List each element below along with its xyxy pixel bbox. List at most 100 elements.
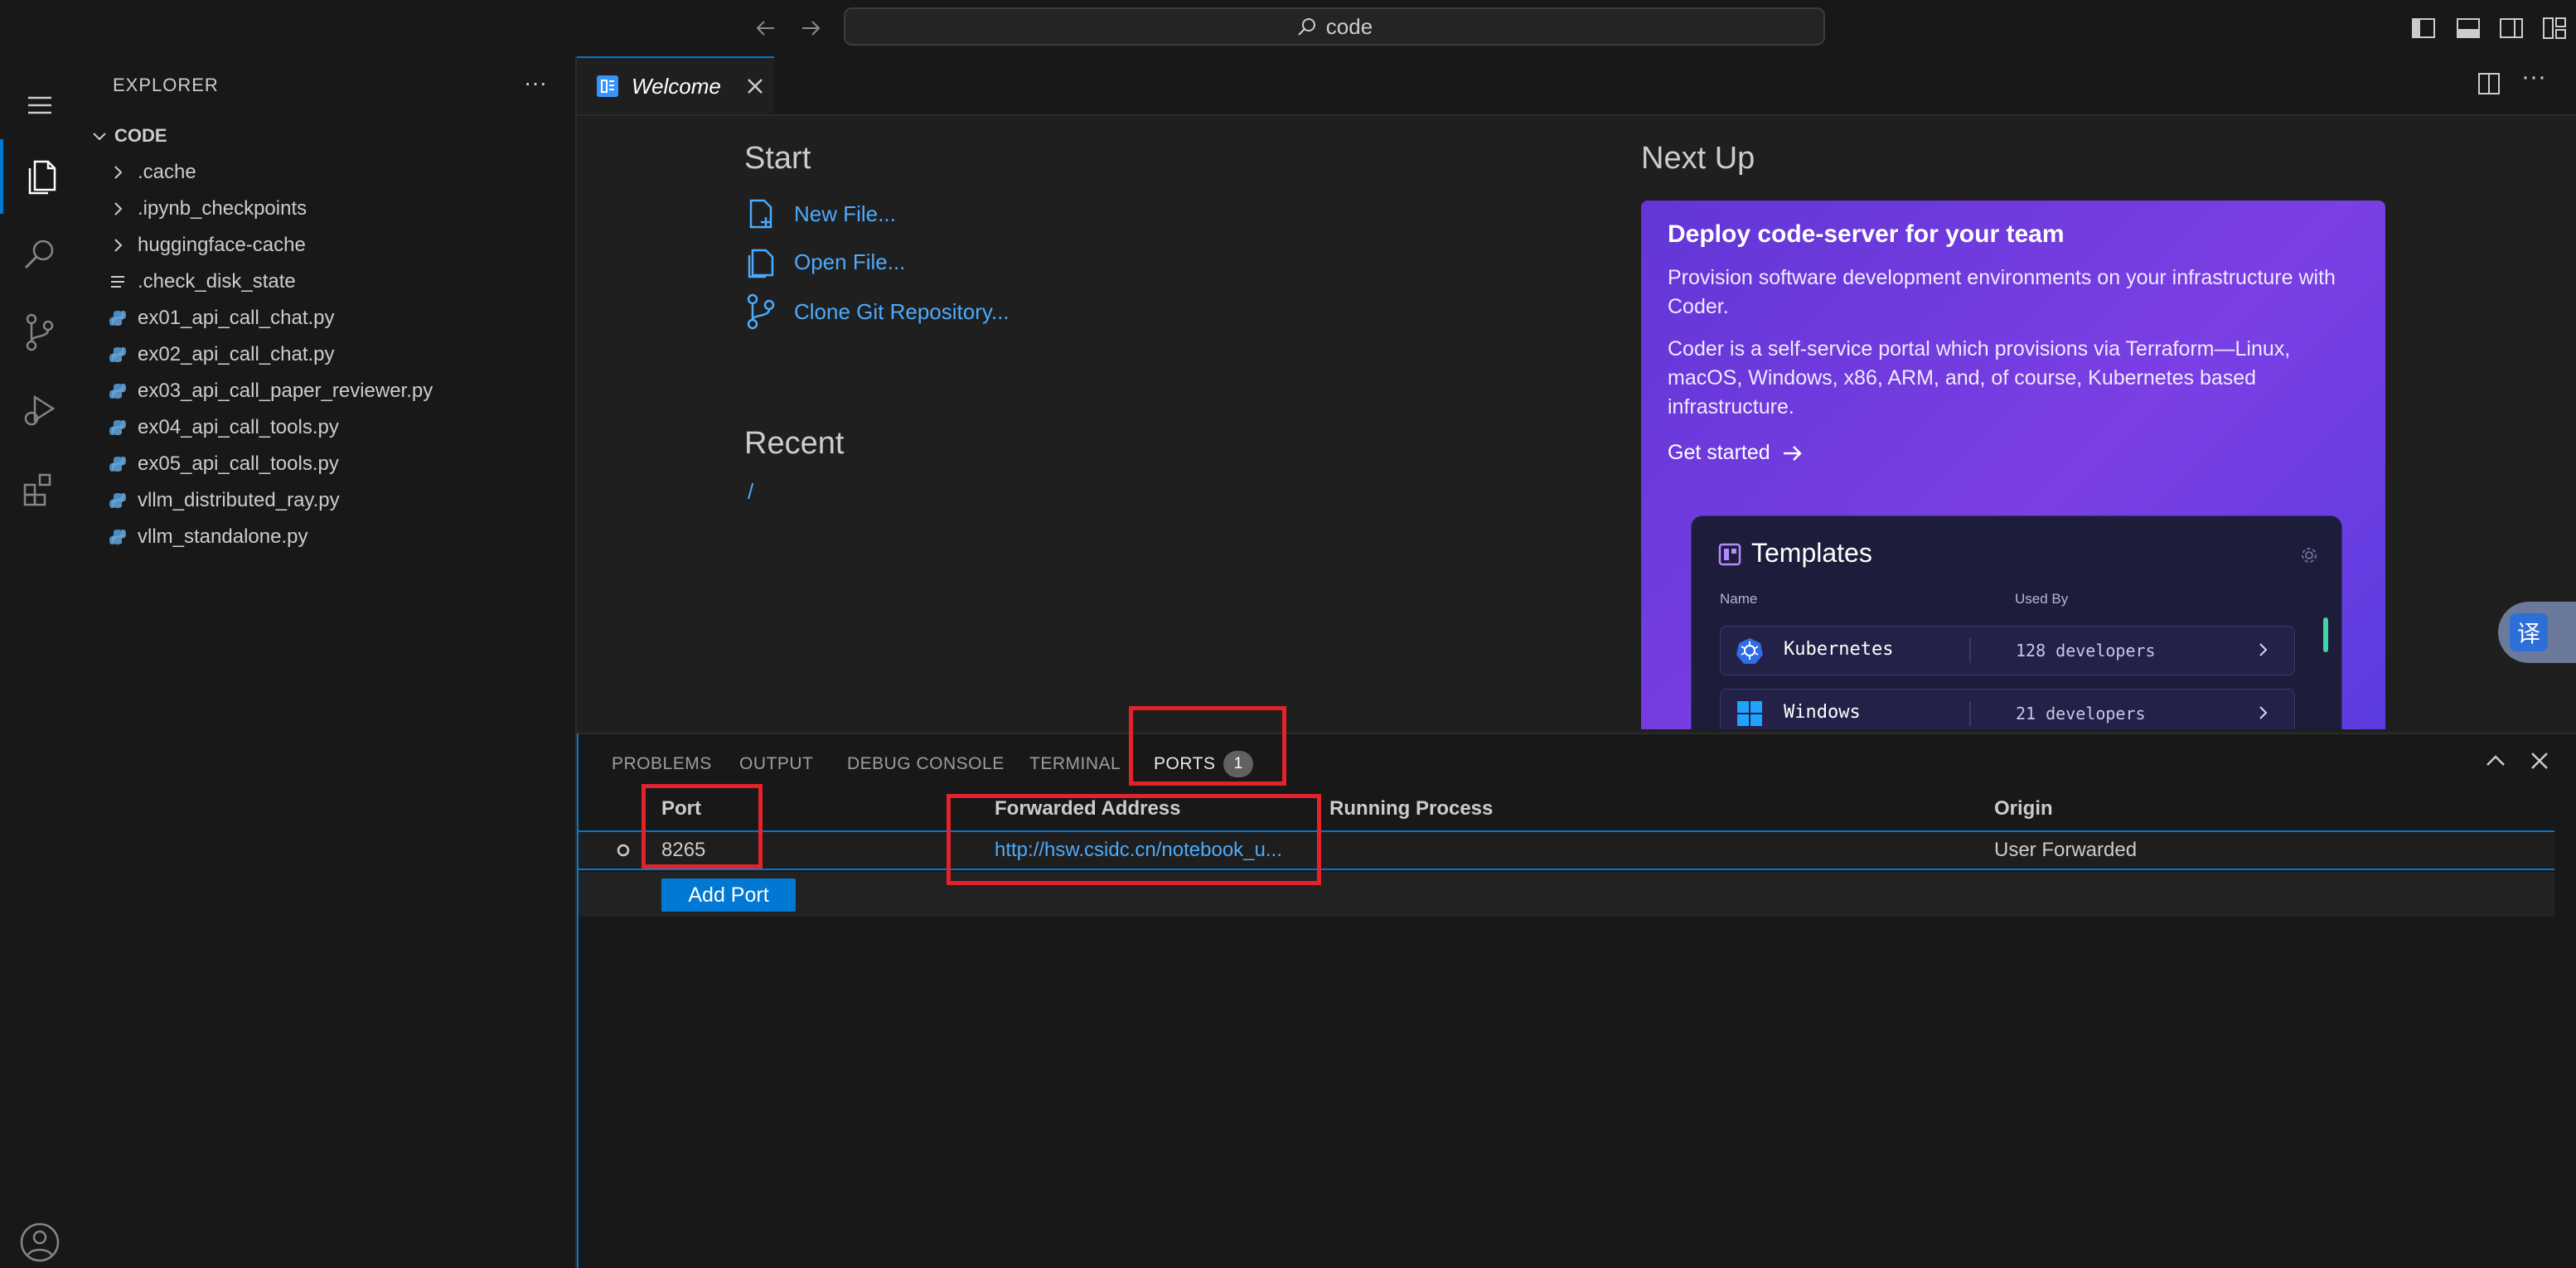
python-file-icon: [106, 343, 129, 366]
toggle-secondary-sidebar-icon[interactable]: [2495, 12, 2528, 45]
command-center-search[interactable]: code: [844, 7, 1825, 46]
tree-item-label: vllm_standalone.py: [138, 525, 308, 548]
clone-git-label: Clone Git Repository...: [794, 298, 1010, 324]
tree-item-label: vllm_distributed_ray.py: [138, 489, 340, 511]
tree-item-label: ex05_api_call_tools.py: [138, 453, 339, 475]
col-origin[interactable]: Origin: [1994, 797, 2053, 820]
new-file-link[interactable]: New File...: [744, 197, 896, 230]
chevron-right-icon: [2258, 641, 2269, 658]
search-icon: [1296, 16, 1318, 37]
templates-col-name: Name: [1720, 591, 1758, 607]
col-running-process[interactable]: Running Process: [1329, 797, 1493, 820]
explorer-sidebar: EXPLORER ··· CODE .cache .ipynb_checkpoi…: [80, 56, 577, 1268]
add-port-button[interactable]: Add Port: [661, 878, 796, 912]
open-file-icon: [744, 245, 777, 278]
folder-header-code[interactable]: CODE: [80, 118, 575, 154]
arrow-right-icon: [1782, 444, 1804, 462]
text-file-icon: [106, 270, 129, 293]
customize-layout-icon[interactable]: [2538, 12, 2571, 45]
tree-item-label: ex04_api_call_tools.py: [138, 416, 339, 438]
tree-item-ipynb-checkpoints[interactable]: .ipynb_checkpoints: [80, 191, 575, 227]
tree-item-ex02[interactable]: ex02_api_call_chat.py: [80, 336, 575, 373]
chevron-right-icon: [106, 197, 129, 220]
translate-icon: 译: [2510, 613, 2548, 651]
python-file-icon: [106, 489, 129, 512]
deploy-code-server-card[interactable]: Deploy code-server for your team Provisi…: [1641, 201, 2385, 729]
tab-welcome[interactable]: Welcome: [577, 56, 774, 114]
kubernetes-icon: [1736, 636, 1764, 665]
forwarded-address-link[interactable]: http://hsw.csidc.cn/notebook_u...: [995, 839, 1282, 862]
search-icon[interactable]: [0, 217, 80, 292]
tree-item-ex01[interactable]: ex01_api_call_chat.py: [80, 300, 575, 336]
tree-item-check-disk-state[interactable]: .check_disk_state: [80, 264, 575, 300]
open-file-link[interactable]: Open File...: [744, 245, 905, 278]
template-used-by: 128 developers: [2016, 641, 2156, 661]
accounts-icon[interactable]: [0, 1217, 80, 1268]
welcome-tab-icon: [595, 74, 620, 99]
back-arrow-icon[interactable]: [749, 12, 782, 45]
command-center-text: code: [1325, 13, 1373, 39]
forward-arrow-icon[interactable]: [794, 12, 827, 45]
add-port-row: Add Port: [579, 872, 2554, 917]
tree-item-ex03[interactable]: ex03_api_call_paper_reviewer.py: [80, 373, 575, 409]
clone-git-link[interactable]: Clone Git Repository...: [744, 293, 1010, 330]
template-row-windows: Windows 21 developers: [1720, 689, 2295, 729]
editor-more-actions-icon[interactable]: ···: [2521, 63, 2546, 91]
tree-item-ex04[interactable]: ex04_api_call_tools.py: [80, 409, 575, 446]
next-up-heading: Next Up: [1641, 141, 1755, 176]
tree-item-label: .cache: [138, 161, 196, 183]
close-icon[interactable]: [746, 77, 764, 95]
tree-item-cache[interactable]: .cache: [80, 154, 575, 191]
close-panel-icon[interactable]: [2530, 751, 2549, 771]
source-control-icon[interactable]: [0, 295, 80, 370]
card-description: Provision software development environme…: [1668, 266, 2336, 318]
python-file-icon: [106, 416, 129, 439]
tree-item-label: ex03_api_call_paper_reviewer.py: [138, 380, 433, 402]
recent-item[interactable]: /: [748, 479, 753, 505]
more-actions-icon[interactable]: ···: [524, 70, 547, 96]
tree-item-vllm-standalone[interactable]: vllm_standalone.py: [80, 519, 575, 555]
run-debug-icon[interactable]: [0, 373, 80, 448]
tab-problems[interactable]: PROBLEMS: [612, 754, 712, 774]
card-title: Deploy code-server for your team: [1668, 220, 2065, 248]
tab-terminal[interactable]: TERMINAL: [1029, 754, 1121, 774]
tree-item-huggingface-cache[interactable]: huggingface-cache: [80, 227, 575, 264]
folder-name: CODE: [114, 125, 167, 146]
col-forwarded-address[interactable]: Forwarded Address: [995, 797, 1181, 820]
port-cell[interactable]: 8265: [661, 839, 705, 862]
bottom-panel: PROBLEMS OUTPUT DEBUG CONSOLE TERMINAL P…: [577, 733, 2576, 1268]
table-row[interactable]: 8265 http://hsw.csidc.cn/notebook_u... U…: [579, 830, 2554, 870]
templates-col-used-by: Used By: [2015, 591, 2069, 607]
python-file-icon: [106, 525, 129, 549]
toggle-primary-sidebar-icon[interactable]: [2407, 12, 2440, 45]
explorer-title: EXPLORER: [113, 75, 219, 95]
template-row-kubernetes: Kubernetes 128 developers: [1720, 626, 2295, 675]
chevron-right-icon: [2258, 704, 2269, 721]
template-divider: [1969, 701, 1971, 726]
tree-item-vllm-distributed-ray[interactable]: vllm_distributed_ray.py: [80, 482, 575, 519]
tab-ports[interactable]: PORTS: [1154, 754, 1215, 774]
start-heading: Start: [744, 141, 811, 176]
template-name: Windows: [1784, 702, 1861, 723]
col-port[interactable]: Port: [661, 797, 701, 820]
get-started-link[interactable]: Get started: [1668, 441, 1804, 465]
tab-debug-console[interactable]: DEBUG CONSOLE: [847, 754, 1005, 774]
active-tab-underline: [1154, 782, 1217, 784]
python-file-icon: [106, 453, 129, 476]
templates-preview: Templates Name Used By Kubernetes 128 de…: [1691, 515, 2342, 729]
toggle-panel-icon[interactable]: [2452, 12, 2485, 45]
port-status-icon: [615, 842, 632, 859]
scroll-indicator: [2323, 617, 2328, 652]
explorer-icon[interactable]: [0, 139, 80, 214]
split-editor-icon[interactable]: [2477, 71, 2501, 96]
origin-cell: User Forwarded: [1994, 839, 2138, 861]
tab-output[interactable]: OUTPUT: [739, 754, 813, 774]
translate-widget[interactable]: 译: [2498, 602, 2576, 663]
python-file-icon: [106, 307, 129, 330]
extensions-icon[interactable]: [0, 451, 80, 525]
tree-item-ex05[interactable]: ex05_api_call_tools.py: [80, 446, 575, 482]
maximize-panel-icon[interactable]: [2485, 753, 2506, 769]
activity-bar: [0, 56, 81, 1268]
menu-icon[interactable]: [0, 68, 80, 143]
gear-icon: [2300, 546, 2318, 564]
